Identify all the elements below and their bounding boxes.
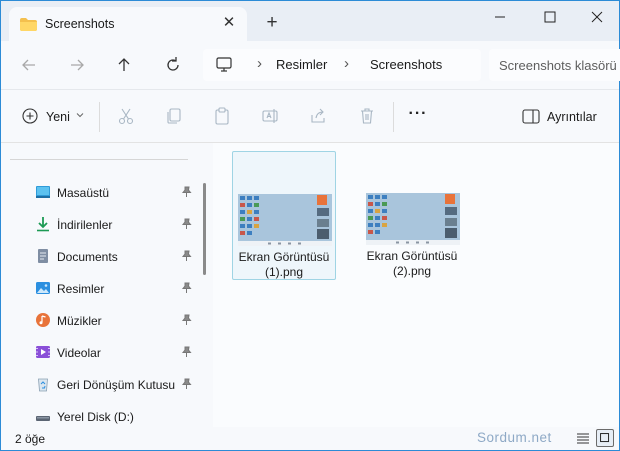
file-item[interactable]: Ekran Görüntüsü (1).png bbox=[232, 151, 336, 280]
close-window-icon[interactable] bbox=[582, 7, 612, 27]
download-icon bbox=[37, 217, 49, 232]
file-explorer-window: Screenshots ✕ + › Resimler › Screenshots… bbox=[0, 0, 620, 451]
folder-icon bbox=[20, 18, 37, 31]
file-name-line: Ekran Görüntüsü bbox=[238, 250, 330, 264]
rename-icon[interactable] bbox=[260, 106, 280, 126]
more-options-button[interactable]: ··· bbox=[405, 102, 431, 130]
maximize-icon[interactable] bbox=[535, 7, 565, 27]
file-name[interactable]: Ekran Görüntüsü (2).png bbox=[361, 249, 463, 279]
sidebar-item-muzikler[interactable]: Müzikler bbox=[29, 306, 201, 334]
sidebar-item-label: Yerel Disk (D:) bbox=[57, 410, 134, 424]
sidebar-item-label: Resimler bbox=[57, 282, 105, 296]
plus-circle-icon bbox=[22, 108, 38, 124]
sidebar-item-resimler[interactable]: Resimler bbox=[29, 274, 201, 302]
desktop-icon bbox=[36, 186, 50, 198]
breadcrumb-resimler[interactable]: Resimler bbox=[276, 57, 327, 72]
sidebar-item-masaustu[interactable]: Masaüstü bbox=[29, 178, 201, 206]
toolbar-divider bbox=[393, 102, 394, 132]
chevron-right-icon[interactable]: › bbox=[344, 55, 349, 72]
drive-icon bbox=[36, 416, 50, 421]
refresh-icon[interactable] bbox=[161, 53, 185, 77]
file-name-line: Ekran Görüntüsü bbox=[366, 249, 458, 263]
status-bar: 2 öğe Sordum.net bbox=[1, 427, 619, 450]
chevron-down-icon bbox=[76, 113, 84, 118]
sidebar-item-geri-donusum-kutusu[interactable]: Geri Dönüşüm Kutusu bbox=[29, 370, 201, 398]
delete-icon[interactable] bbox=[357, 106, 377, 126]
new-button[interactable]: Yeni bbox=[13, 103, 89, 131]
documents-icon bbox=[38, 249, 48, 263]
cut-icon[interactable] bbox=[116, 106, 136, 126]
pin-icon[interactable] bbox=[181, 378, 192, 390]
music-icon bbox=[36, 313, 50, 327]
recycle-bin-icon bbox=[38, 378, 48, 392]
sidebar-item-documents[interactable]: Documents bbox=[29, 242, 201, 270]
title-bar: Screenshots ✕ + bbox=[1, 1, 619, 41]
tab-title: Screenshots bbox=[45, 17, 115, 31]
forward-arrow-icon[interactable] bbox=[65, 53, 89, 77]
new-button-label: Yeni bbox=[46, 110, 70, 124]
sidebar-scrollbar[interactable] bbox=[203, 183, 206, 275]
address-bar[interactable]: › Resimler › Screenshots bbox=[203, 49, 481, 81]
sidebar-divider bbox=[10, 159, 188, 160]
sidebar-item-label: Masaüstü bbox=[57, 186, 110, 200]
share-icon[interactable] bbox=[308, 106, 328, 126]
details-view-icon[interactable] bbox=[574, 429, 592, 447]
back-arrow-icon[interactable] bbox=[17, 53, 41, 77]
computer-icon[interactable] bbox=[215, 56, 233, 74]
large-icons-view-icon[interactable] bbox=[596, 429, 614, 447]
minimize-icon[interactable] bbox=[485, 7, 515, 27]
details-pane-button[interactable]: Ayrıntılar bbox=[515, 103, 611, 131]
pin-icon[interactable] bbox=[181, 186, 192, 198]
navigation-bar: › Resimler › Screenshots Screenshots kla… bbox=[1, 41, 620, 89]
pin-icon[interactable] bbox=[181, 314, 192, 326]
videos-icon bbox=[36, 346, 50, 358]
breadcrumb-screenshots[interactable]: Screenshots bbox=[370, 57, 442, 72]
item-count: 2 öğe bbox=[15, 432, 46, 446]
sidebar-item-label: Geri Dönüşüm Kutusu bbox=[57, 378, 176, 392]
sidebar-item-videolar[interactable]: Videolar bbox=[29, 338, 201, 366]
toolbar-divider bbox=[99, 102, 100, 132]
sidebar-item-label: İndirilenler bbox=[57, 218, 113, 232]
file-name-line: (2).png bbox=[392, 264, 432, 278]
file-name[interactable]: Ekran Görüntüsü (1).png bbox=[233, 250, 335, 280]
sidebar-item-label: Documents bbox=[57, 250, 118, 264]
new-tab-button[interactable]: + bbox=[263, 13, 281, 32]
chevron-right-icon[interactable]: › bbox=[257, 55, 262, 72]
pin-icon[interactable] bbox=[181, 218, 192, 230]
close-tab-button[interactable]: ✕ bbox=[221, 15, 237, 31]
copy-icon[interactable] bbox=[164, 106, 184, 126]
details-pane-icon bbox=[522, 109, 540, 124]
up-arrow-icon[interactable] bbox=[112, 53, 136, 77]
image-thumbnail-icon bbox=[366, 193, 460, 245]
search-placeholder[interactable]: Screenshots klasörü bbox=[499, 58, 617, 73]
sidebar-item-label: Videolar bbox=[57, 346, 101, 360]
pin-icon[interactable] bbox=[181, 250, 192, 262]
file-list: Ekran Görüntüsü (1).png Ekran Görüntüsü … bbox=[213, 143, 619, 427]
file-name-line: (1).png bbox=[264, 265, 304, 279]
search-box[interactable]: Screenshots klasörü bbox=[489, 49, 620, 81]
sidebar-item-label: Müzikler bbox=[57, 314, 102, 328]
image-thumbnail-icon bbox=[238, 194, 332, 246]
command-bar: Yeni ··· Ayrıntılar bbox=[1, 89, 619, 143]
sidebar-item-yerel-disk-d[interactable]: Yerel Disk (D:) bbox=[29, 402, 201, 430]
tab-screenshots[interactable]: Screenshots ✕ bbox=[9, 7, 247, 41]
pictures-icon bbox=[36, 282, 50, 294]
file-item[interactable]: Ekran Görüntüsü (2).png bbox=[361, 151, 465, 280]
sidebar-item-indirilenler[interactable]: İndirilenler bbox=[29, 210, 201, 238]
details-label: Ayrıntılar bbox=[547, 110, 597, 124]
watermark: Sordum.net bbox=[477, 430, 552, 445]
navigation-pane: Masaüstü İndirilenler Documents Resimler… bbox=[1, 143, 213, 427]
pin-icon[interactable] bbox=[181, 282, 192, 294]
pin-icon[interactable] bbox=[181, 346, 192, 358]
paste-icon[interactable] bbox=[212, 106, 232, 126]
